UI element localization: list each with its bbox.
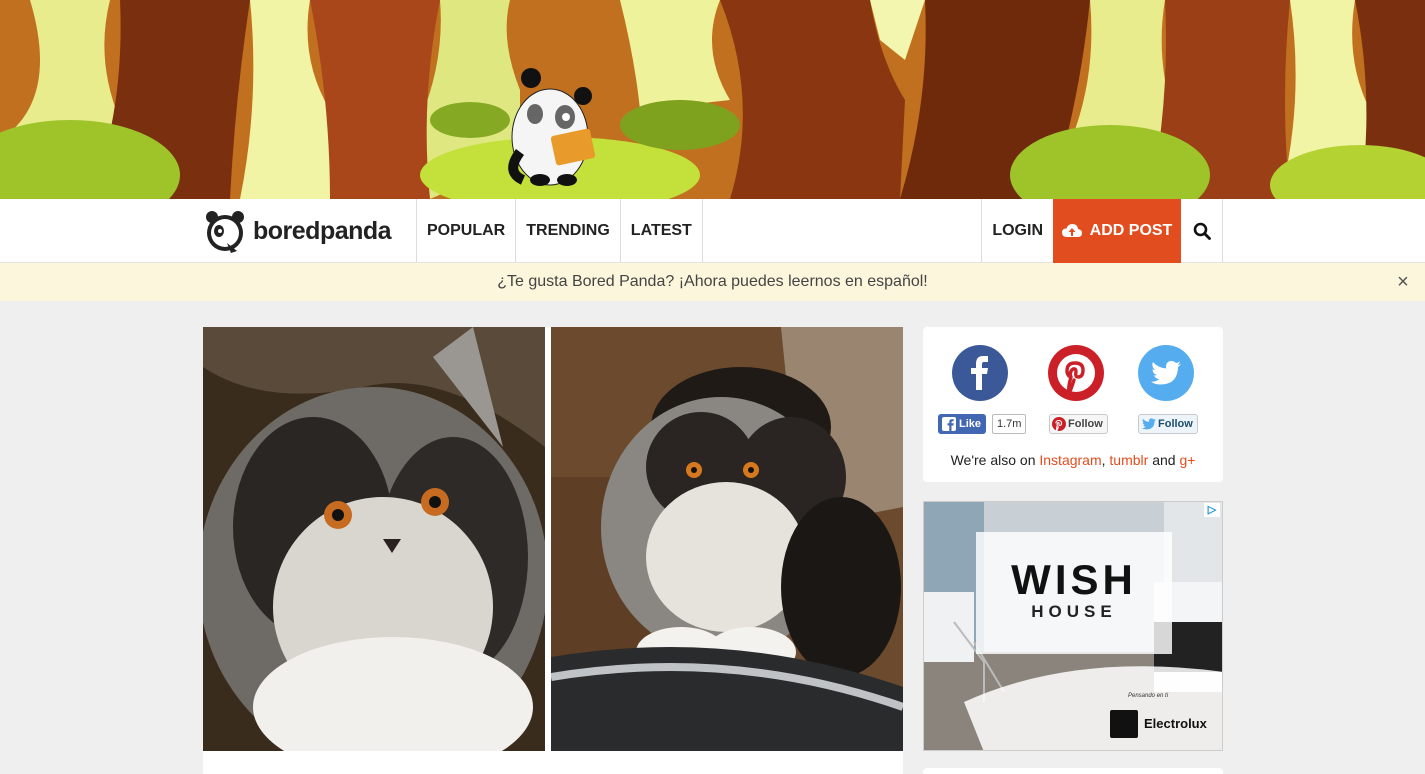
sidebar-next-card [923, 768, 1223, 774]
language-notice: ¿Te gusta Bored Panda? ¡Ahora puedes lee… [0, 263, 1425, 301]
social-follow-card: Like 1.7m Follow Follow We're also on In… [923, 327, 1223, 482]
site-logo[interactable]: boredpanda [205, 207, 392, 255]
advertisement-banner[interactable]: WISH HOUSE ▷ Pensando en ti Electrolux [923, 501, 1223, 751]
twitter-icon [1151, 361, 1181, 385]
facebook-circle-button[interactable] [952, 345, 1008, 401]
pinterest-circle-button[interactable] [1048, 345, 1104, 401]
search-icon [1193, 222, 1211, 240]
twitter-circle-button[interactable] [1138, 345, 1194, 401]
also-on-and: and [1148, 452, 1180, 468]
facebook-small-icon [942, 417, 956, 431]
pinterest-icon [1057, 354, 1095, 393]
also-on-prefix: We're also on [950, 452, 1040, 468]
facebook-like-button[interactable]: Like [938, 414, 987, 434]
facebook-icon [971, 356, 988, 390]
panda-mascot-image [508, 68, 596, 186]
adchoices-icon[interactable]: ▷ [1204, 503, 1220, 517]
add-post-label: ADD POST [1089, 222, 1173, 239]
pinterest-follow-label: Follow [1068, 418, 1103, 430]
electrolux-logo-icon [1110, 710, 1138, 738]
ad-brand-name: Electrolux [1144, 716, 1207, 731]
nav-latest[interactable]: LATEST [621, 199, 703, 263]
instagram-link[interactable]: Instagram [1039, 452, 1101, 468]
language-notice-text[interactable]: ¿Te gusta Bored Panda? ¡Ahora puedes lee… [497, 273, 928, 291]
search-button[interactable] [1181, 199, 1223, 263]
post-image-right[interactable] [551, 327, 903, 751]
twitter-follow-label: Follow [1158, 418, 1193, 430]
facebook-like-label: Like [959, 418, 982, 430]
post-image-left[interactable] [203, 327, 545, 751]
site-logo-text: boredpanda [253, 216, 392, 245]
facebook-like-count: 1.7m [992, 414, 1027, 434]
ad-subtitle: HOUSE [1031, 602, 1117, 621]
gplus-link[interactable]: g+ [1179, 452, 1195, 468]
cat-photo-left [203, 327, 545, 751]
close-icon[interactable]: × [1393, 272, 1413, 292]
twitter-follow-button[interactable]: Follow [1138, 414, 1198, 434]
forest-illustration [0, 0, 1425, 199]
ad-tagline: Pensando en ti [1128, 693, 1169, 699]
main-navbar: boredpanda POPULAR TRENDING LATEST LOGIN… [0, 199, 1425, 263]
pinterest-small-icon [1052, 417, 1066, 431]
ad-title: WISH [1011, 556, 1137, 603]
nav-trending[interactable]: TRENDING [516, 199, 621, 263]
cloud-upload-icon [1061, 224, 1082, 237]
tumblr-link[interactable]: tumblr [1109, 452, 1148, 468]
account-nav: LOGIN ADD POST [981, 199, 1223, 263]
pinterest-follow-button[interactable]: Follow [1049, 414, 1108, 434]
also-on-text: We're also on Instagram, tumblr and g+ [923, 452, 1223, 468]
panda-logo-icon [206, 211, 244, 253]
cat-photo-right [551, 327, 903, 751]
post-card [203, 327, 903, 774]
header-banner [0, 0, 1425, 199]
add-post-button[interactable]: ADD POST [1053, 199, 1181, 263]
nav-popular[interactable]: POPULAR [417, 199, 517, 263]
login-button[interactable]: LOGIN [982, 199, 1053, 263]
twitter-small-icon [1142, 418, 1156, 430]
primary-nav: POPULAR TRENDING LATEST [416, 199, 703, 263]
